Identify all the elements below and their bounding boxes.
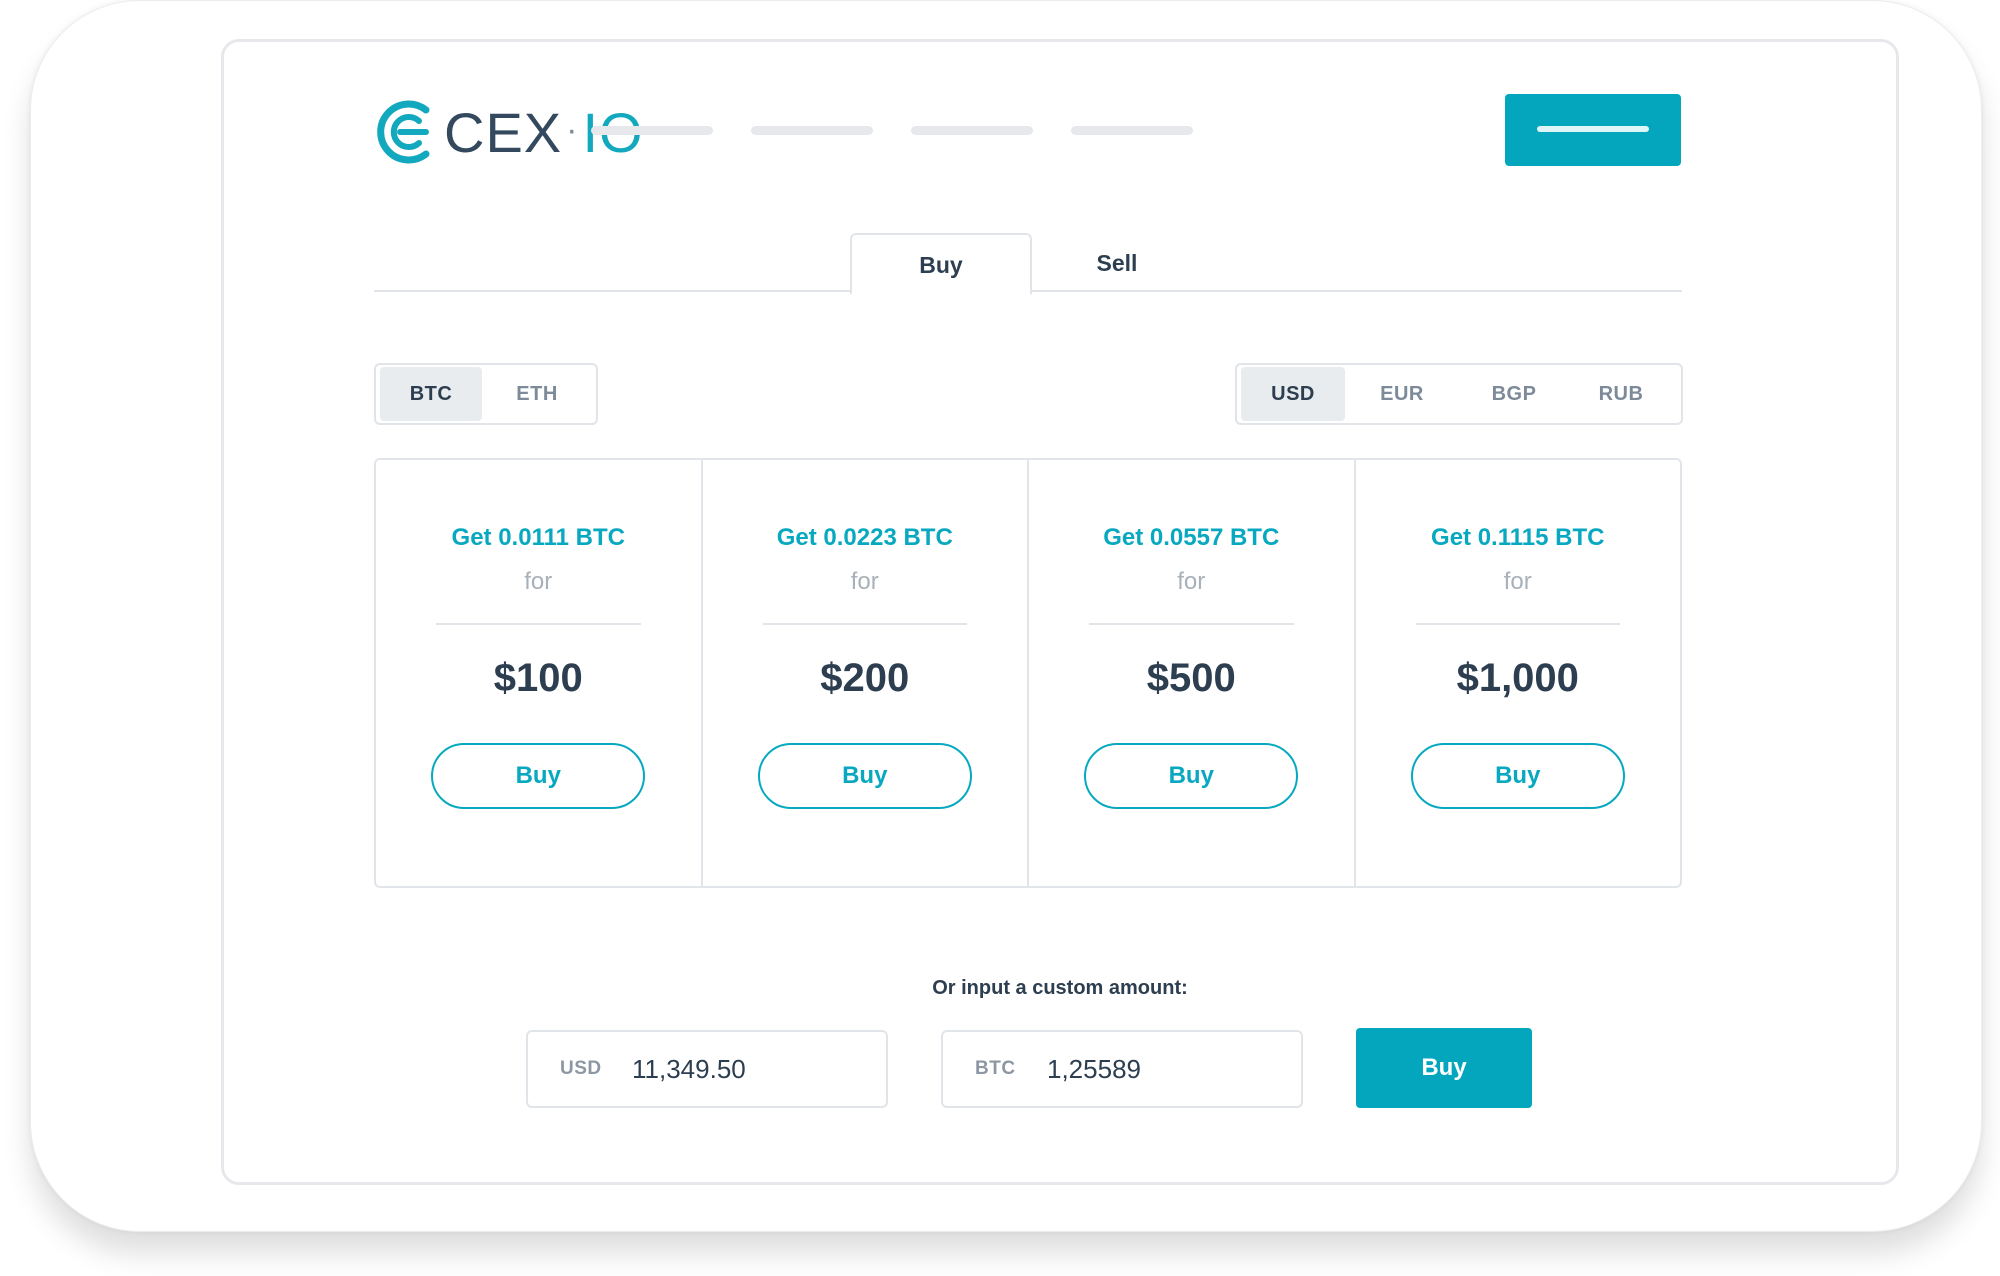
package-price: $200 [820,656,910,700]
package-buy-button[interactable]: Buy [431,743,646,809]
package-for-label: for [1177,568,1206,595]
package-amount: Get 0.0111 BTC [451,524,625,551]
fiat-option-rub[interactable]: RUB [1569,367,1673,421]
package-divider [762,623,967,625]
screen: CEX · IO Buy Sell BTC ETH USD EUR BGP RU… [221,39,1899,1185]
fiat-option-eur[interactable]: EUR [1345,367,1459,421]
package-price: $100 [493,656,583,700]
package-amount: Get 0.0557 BTC [1103,524,1280,551]
package-buy-button[interactable]: Buy [757,743,972,809]
package-grid: Get 0.0111 BTC for $100 Buy Get 0.0223 B… [374,458,1682,888]
crypto-currency-label: BTC [975,1058,1016,1079]
tab-sell[interactable]: Sell [1028,233,1206,291]
fiat-selector: USD EUR BGP RUB [1235,363,1683,425]
cex-io-logo-icon [377,100,430,164]
logo-text-cex: CEX [444,100,563,164]
header-action-button[interactable] [1505,94,1681,166]
package-price: $500 [1146,656,1236,700]
exchange-page: CEX · IO Buy Sell BTC ETH USD EUR BGP RU… [224,42,1896,1182]
fiat-amount-value[interactable]: 11,349.50 [632,1054,746,1085]
package-amount: Get 0.1115 BTC [1431,524,1605,551]
fiat-amount-input[interactable]: USD 11,349.50 [526,1030,888,1108]
custom-buy-button[interactable]: Buy [1356,1028,1532,1108]
nav-item-2[interactable] [751,126,873,135]
package-amount: Get 0.0223 BTC [776,524,953,551]
logo-text-dot: · [566,110,579,149]
fiat-currency-label: USD [560,1058,602,1079]
crypto-option-btc[interactable]: BTC [380,367,483,421]
crypto-amount-input[interactable]: BTC 1,25589 [941,1030,1303,1108]
nav-item-1[interactable] [591,126,713,135]
crypto-selector: BTC ETH [374,363,598,425]
nav-item-4[interactable] [1071,126,1193,135]
package-divider [436,623,641,625]
package-for-label: for [850,568,879,595]
package-for-label: for [1503,568,1532,595]
package-card: Get 0.0223 BTC for $200 Buy [703,460,1029,886]
tablet-frame: CEX · IO Buy Sell BTC ETH USD EUR BGP RU… [30,0,1982,1232]
crypto-option-eth[interactable]: ETH [482,367,592,421]
package-for-label: for [524,568,553,595]
crypto-amount-value[interactable]: 1,25589 [1047,1054,1141,1085]
package-divider [1415,623,1620,625]
package-price: $1,000 [1456,656,1579,700]
custom-amount-label: Or input a custom amount: [932,977,1188,999]
package-buy-button[interactable]: Buy [1410,743,1625,809]
package-divider [1089,623,1294,625]
fiat-option-usd[interactable]: USD [1241,367,1345,421]
nav-item-3[interactable] [911,126,1033,135]
tab-buy[interactable]: Buy [850,233,1032,295]
package-card: Get 0.1115 BTC for $1,000 Buy [1356,460,1681,886]
fiat-option-bgp[interactable]: BGP [1459,367,1569,421]
header-button-placeholder-line [1537,126,1649,132]
package-card: Get 0.0111 BTC for $100 Buy [376,460,703,886]
package-card: Get 0.0557 BTC for $500 Buy [1029,460,1356,886]
package-buy-button[interactable]: Buy [1084,743,1299,809]
